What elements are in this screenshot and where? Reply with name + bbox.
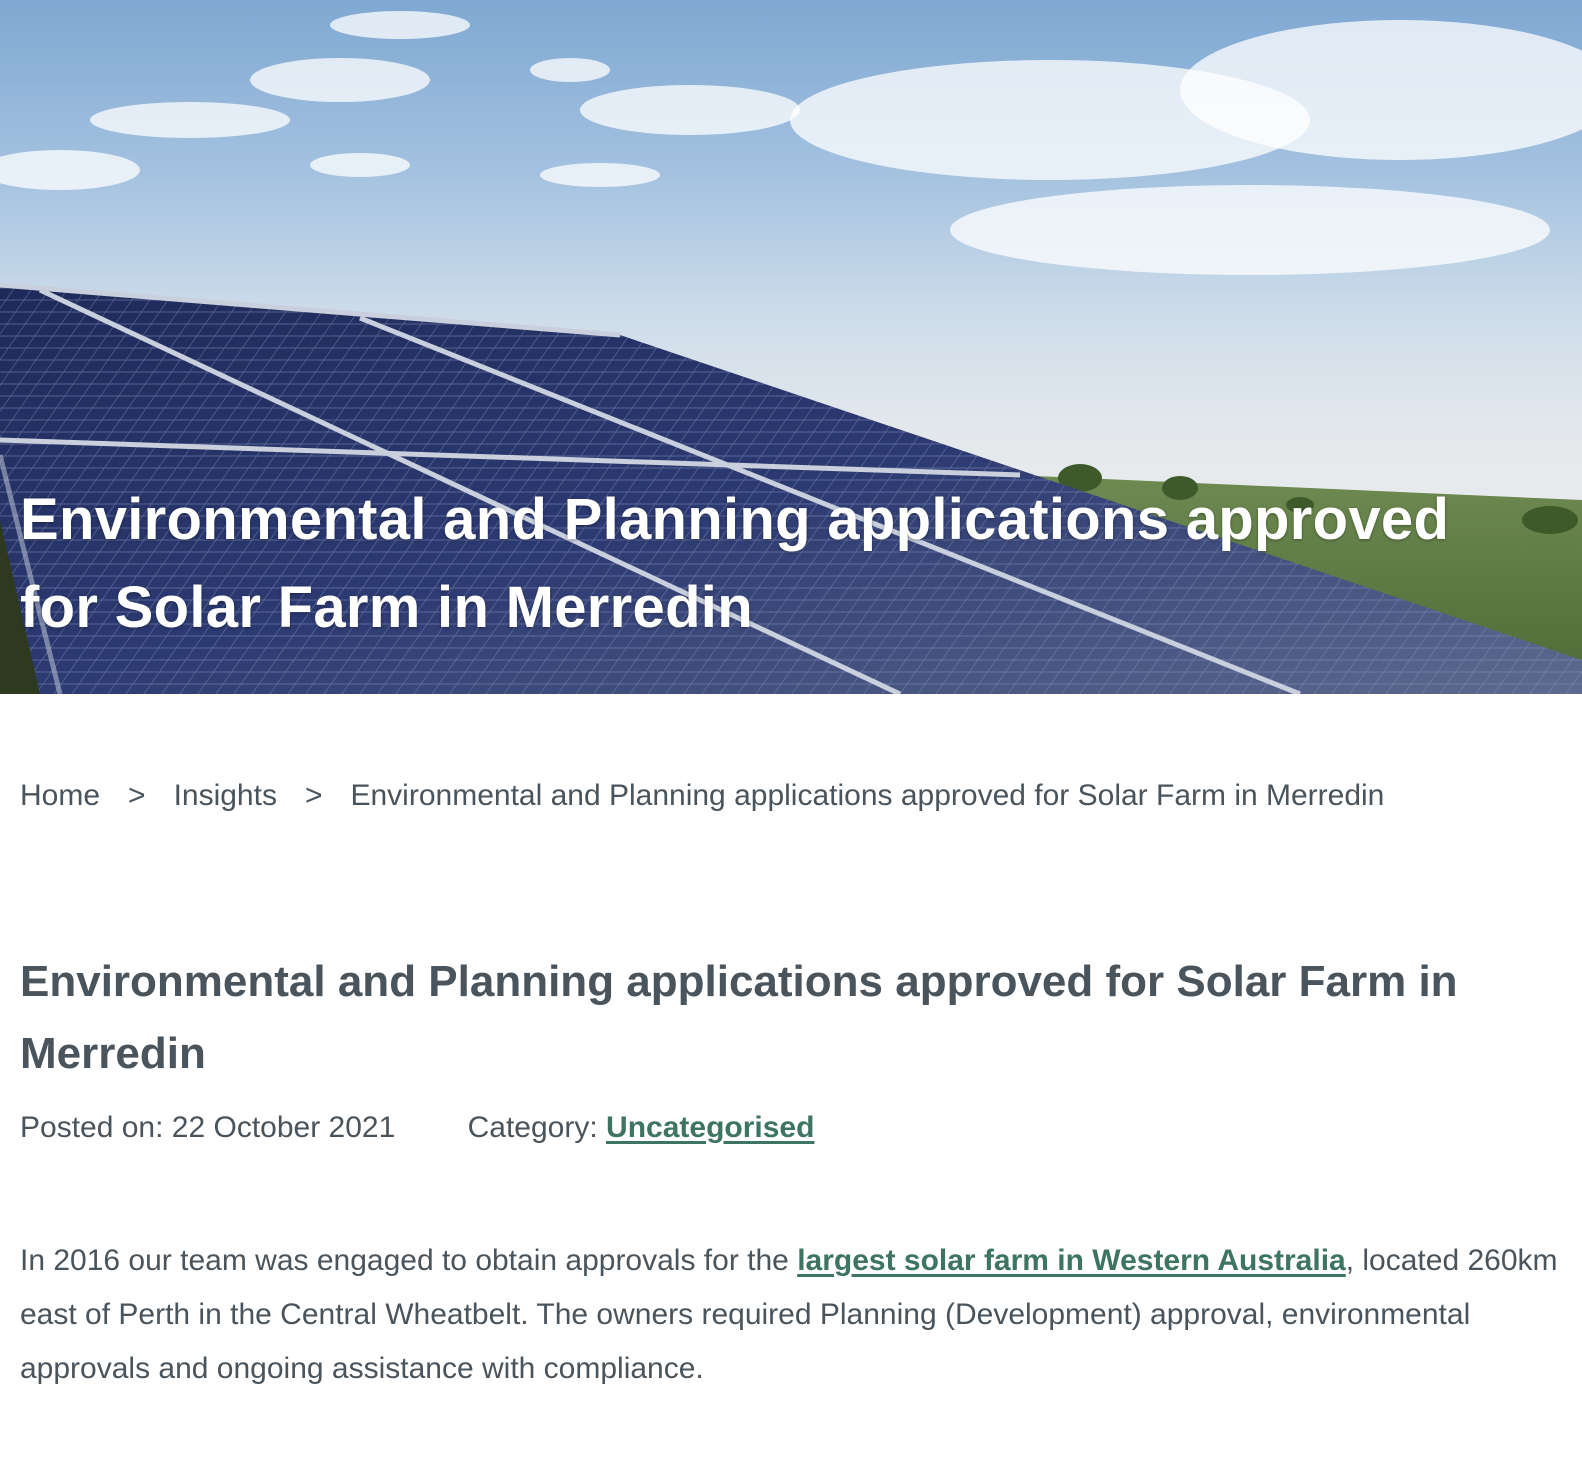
posted-date: Posted on: 22 October 2021 [20, 1108, 395, 1148]
category-link[interactable]: Uncategorised [606, 1111, 814, 1144]
largest-solar-farm-link[interactable]: largest solar farm in Western Australia [797, 1244, 1346, 1277]
hero-banner: Environmental and Planning applications … [0, 0, 1582, 694]
breadcrumb-home-link[interactable]: Home [20, 776, 100, 816]
breadcrumb-separator: > [128, 779, 146, 812]
breadcrumb-separator: > [304, 779, 323, 812]
posted-label: Posted on: [20, 1111, 164, 1144]
category-label: Category: [467, 1111, 598, 1144]
article-meta: Posted on: 22 October 2021 Category: Unc… [20, 1108, 814, 1148]
posted-date-value: 22 October 2021 [171, 1111, 396, 1144]
article-body-text-start: In 2016 our team was engaged to obtain a… [20, 1244, 798, 1277]
hero-title: Environmental and Planning applications … [20, 487, 1450, 640]
article-body: In 2016 our team was engaged to obtain a… [20, 1234, 1560, 1396]
breadcrumb-insights-link[interactable]: Insights [174, 776, 277, 816]
breadcrumb: Home > Insights > Environmental and Plan… [20, 776, 1560, 816]
category: Category: Uncategorised [468, 1111, 815, 1144]
article-title: Environmental and Planning applications … [20, 957, 1458, 1078]
breadcrumb-current-page: Environmental and Planning applications … [350, 779, 1385, 812]
